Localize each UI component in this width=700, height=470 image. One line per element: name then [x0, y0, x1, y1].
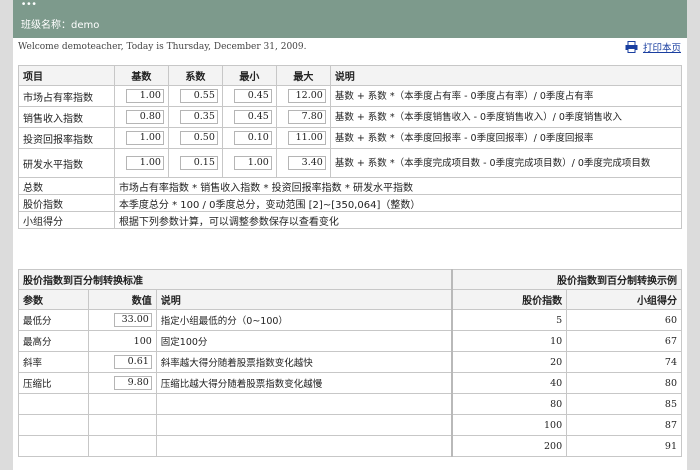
- param-desc: 指定小组最低的分（0~100）: [155, 309, 453, 331]
- row-name: 销售收入指数: [18, 106, 115, 128]
- param-desc: 压缩比越大得分随着股票指数变化越慢: [155, 372, 453, 394]
- param-name: 最低分: [18, 309, 89, 331]
- summary-desc: 本季度总分 * 100 / 0季度总分，变动范围 [2]~[350,064]（整…: [113, 194, 683, 212]
- table-row: 压缩比 9.80 压缩比越大得分随着股票指数变化越慢 40 80: [18, 372, 682, 394]
- min-input[interactable]: 0.45: [233, 110, 272, 124]
- col-header-base: 基数: [113, 65, 169, 86]
- example-score: 91: [566, 435, 682, 457]
- table-row: 80 85: [18, 393, 682, 415]
- example-score: 67: [566, 330, 682, 352]
- summary-name: 股价指数: [18, 194, 115, 212]
- param-name: 斜率: [18, 351, 89, 373]
- min-score-input[interactable]: 33.00: [113, 313, 152, 327]
- table-row: 200 91: [18, 435, 682, 457]
- index-parameters-panel: 项目 基数 系数 最小 最大 说明 市场占有率指数 1.00 0.55 0.45…: [13, 58, 687, 256]
- row-desc: 基数 + 系数 *（本季度回报率 - 0季度回报率）/ 0季度回报率: [329, 127, 683, 149]
- slope-input[interactable]: 0.61: [113, 355, 152, 369]
- conversion-example-title: 股价指数到百分制转换示例: [450, 269, 682, 290]
- param-name: 压缩比: [18, 372, 89, 394]
- table-row: 投资回报率指数 1.00 0.50 0.10 11.00 基数 + 系数 *（本…: [18, 127, 683, 149]
- example-index: 10: [450, 330, 568, 352]
- example-index: 200: [450, 435, 568, 457]
- max-input[interactable]: 12.00: [287, 89, 326, 103]
- print-page-label: 打印本页: [642, 43, 681, 54]
- base-input[interactable]: 1.00: [125, 131, 164, 145]
- score-conversion-panel: 股价指数到百分制转换标准 股价指数到百分制转换示例 参数 数值 说明 股价指数 …: [13, 256, 687, 470]
- app-header: ... 班级名称：demo: [13, 0, 687, 38]
- section-title-row: 股价指数到百分制转换标准 股价指数到百分制转换示例: [17, 269, 682, 290]
- max-input[interactable]: 3.40: [287, 156, 326, 170]
- col-header-item: 项目: [18, 65, 115, 86]
- row-name: 研发水平指数: [18, 148, 115, 178]
- min-input[interactable]: 1.00: [233, 156, 272, 170]
- max-input[interactable]: 7.80: [287, 110, 326, 124]
- index-parameters-table: 项目 基数 系数 最小 最大 说明 市场占有率指数 1.00 0.55 0.45…: [18, 65, 683, 229]
- coef-input[interactable]: 0.35: [179, 110, 218, 124]
- printer-icon: [625, 41, 638, 53]
- param-desc: 固定100分: [155, 330, 453, 352]
- table-row: 销售收入指数 0.80 0.35 0.45 7.80 基数 + 系数 *（本季度…: [18, 106, 683, 128]
- row-desc: 基数 + 系数 *（本季度占有率 - 0季度占有率）/ 0季度占有率: [329, 85, 683, 107]
- coef-input[interactable]: 0.50: [179, 131, 218, 145]
- table-row: 最高分 100 固定100分 10 67: [18, 330, 682, 352]
- col-header-desc: 说明: [155, 289, 453, 310]
- welcome-bar: Welcome demoteacher, Today is Thursday, …: [13, 38, 687, 59]
- col-header-stock-index: 股价指数: [450, 289, 568, 310]
- class-name-label: 班级名称：demo: [21, 20, 100, 31]
- example-score: 74: [566, 351, 682, 373]
- param-desc: 斜率越大得分随着股票指数变化越快: [155, 351, 453, 373]
- example-score: 87: [566, 414, 682, 436]
- row-name: 投资回报率指数: [18, 127, 115, 149]
- table-row: 市场占有率指数 1.00 0.55 0.45 12.00 基数 + 系数 *（本…: [18, 85, 683, 107]
- summary-desc: 根据下列参数计算，可以调整参数保存以查看变化: [113, 211, 683, 229]
- summary-row: 小组得分 根据下列参数计算，可以调整参数保存以查看变化: [18, 211, 683, 229]
- max-score-value: 100: [87, 330, 157, 352]
- example-score: 85: [566, 393, 682, 415]
- score-conversion-table: 股价指数到百分制转换标准 股价指数到百分制转换示例 参数 数值 说明 股价指数 …: [17, 269, 682, 457]
- table-header-row: 项目 基数 系数 最小 最大 说明: [18, 65, 683, 86]
- summary-name: 小组得分: [18, 211, 115, 229]
- example-index: 20: [450, 351, 568, 373]
- param-name: 最高分: [18, 330, 89, 352]
- table-row: 斜率 0.61 斜率越大得分随着股票指数变化越快 20 74: [18, 351, 682, 373]
- example-index: 40: [450, 372, 568, 394]
- col-header-value: 数值: [87, 289, 157, 310]
- summary-row: 总数 市场占有率指数 * 销售收入指数 * 投资回报率指数 * 研发水平指数: [18, 177, 683, 195]
- base-input[interactable]: 1.00: [125, 156, 164, 170]
- example-index: 5: [450, 309, 568, 331]
- table-row: 100 87: [18, 414, 682, 436]
- example-index: 100: [450, 414, 568, 436]
- summary-row: 股价指数 本季度总分 * 100 / 0季度总分，变动范围 [2]~[350,0…: [18, 194, 683, 212]
- row-desc: 基数 + 系数 *（本季度完成项目数 - 0季度完成项目数）/ 0季度完成项目数: [329, 148, 683, 178]
- print-page-link[interactable]: 打印本页: [625, 40, 681, 54]
- min-input[interactable]: 0.10: [233, 131, 272, 145]
- col-header-param: 参数: [18, 289, 89, 310]
- summary-desc: 市场占有率指数 * 销售收入指数 * 投资回报率指数 * 研发水平指数: [113, 177, 683, 195]
- summary-name: 总数: [18, 177, 115, 195]
- col-header-max: 最大: [275, 65, 331, 86]
- row-desc: 基数 + 系数 *（本季度销售收入 - 0季度销售收入）/ 0季度销售收入: [329, 106, 683, 128]
- example-score: 80: [566, 372, 682, 394]
- table-row: 研发水平指数 1.00 0.15 1.00 3.40 基数 + 系数 *（本季度…: [18, 148, 683, 178]
- welcome-text: Welcome demoteacher, Today is Thursday, …: [18, 42, 307, 52]
- conversion-standard-title: 股价指数到百分制转换标准: [17, 269, 453, 290]
- col-header-desc: 说明: [329, 65, 683, 86]
- base-input[interactable]: 1.00: [125, 89, 164, 103]
- table-row: 最低分 33.00 指定小组最低的分（0~100） 5 60: [18, 309, 682, 331]
- compression-ratio-input[interactable]: 9.80: [113, 376, 152, 390]
- example-index: 80: [450, 393, 568, 415]
- example-score: 60: [566, 309, 682, 331]
- col-header-group-score: 小组得分: [566, 289, 682, 310]
- col-header-min: 最小: [221, 65, 277, 86]
- table-header-row: 参数 数值 说明 股价指数 小组得分: [18, 289, 682, 310]
- base-input[interactable]: 0.80: [125, 110, 164, 124]
- min-input[interactable]: 0.45: [233, 89, 272, 103]
- col-header-coef: 系数: [167, 65, 223, 86]
- coef-input[interactable]: 0.55: [179, 89, 218, 103]
- app-title: ...: [21, 0, 37, 9]
- row-name: 市场占有率指数: [18, 85, 115, 107]
- coef-input[interactable]: 0.15: [179, 156, 218, 170]
- max-input[interactable]: 11.00: [287, 131, 326, 145]
